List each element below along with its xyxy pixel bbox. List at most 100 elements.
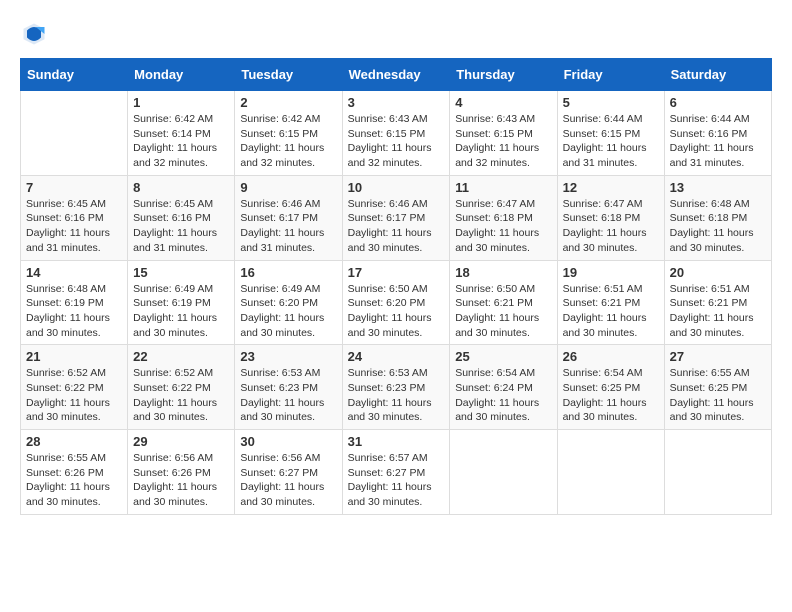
column-header-saturday: Saturday bbox=[664, 59, 771, 91]
day-detail: Sunrise: 6:50 AMSunset: 6:21 PMDaylight:… bbox=[455, 282, 551, 341]
day-number: 26 bbox=[563, 349, 659, 364]
column-header-wednesday: Wednesday bbox=[342, 59, 450, 91]
day-number: 4 bbox=[455, 95, 551, 110]
day-number: 30 bbox=[240, 434, 336, 449]
week-row-4: 21Sunrise: 6:52 AMSunset: 6:22 PMDayligh… bbox=[21, 345, 772, 430]
week-row-2: 7 Sunrise: 6:45 AMSunset: 6:16 PMDaylight… bbox=[21, 175, 772, 260]
day-cell: 28 Sunrise: 6:55 AMSunset: 6:26 PMDayligh… bbox=[21, 430, 128, 515]
day-number: 6 bbox=[670, 95, 766, 110]
day-cell: 25 Sunrise: 6:54 AMSunset: 6:24 PMDayligh… bbox=[450, 345, 557, 430]
day-cell: 26 Sunrise: 6:54 AMSunset: 6:25 PMDayligh… bbox=[557, 345, 664, 430]
day-number: 24 bbox=[348, 349, 445, 364]
day-cell bbox=[557, 430, 664, 515]
day-number: 5 bbox=[563, 95, 659, 110]
day-detail: Sunrise: 6:49 AMSunset: 6:20 PMDaylight:… bbox=[240, 282, 336, 341]
day-detail: Sunrise: 6:51 AMSunset: 6:21 PMDaylight:… bbox=[670, 282, 766, 341]
day-detail: Sunrise: 6:48 AMSunset: 6:19 PMDaylight:… bbox=[26, 282, 122, 341]
day-number: 7 bbox=[26, 180, 122, 195]
day-number: 10 bbox=[348, 180, 445, 195]
day-number: 22 bbox=[133, 349, 229, 364]
day-detail: Sunrise: 6:48 AMSunset: 6:18 PMDaylight:… bbox=[670, 197, 766, 256]
day-detail: Sunrise: 6:51 AMSunset: 6:21 PMDaylight:… bbox=[563, 282, 659, 341]
day-cell: 29Sunrise: 6:56 AMSunset: 6:26 PMDayligh… bbox=[128, 430, 235, 515]
day-detail: Sunrise: 6:56 AMSunset: 6:27 PMDaylight:… bbox=[240, 451, 336, 510]
day-detail: Sunrise: 6:45 AMSunset: 6:16 PMDaylight:… bbox=[26, 197, 122, 256]
day-number: 13 bbox=[670, 180, 766, 195]
day-detail: Sunrise: 6:53 AMSunset: 6:23 PMDaylight:… bbox=[348, 366, 445, 425]
day-number: 8 bbox=[133, 180, 229, 195]
day-number: 25 bbox=[455, 349, 551, 364]
day-cell bbox=[450, 430, 557, 515]
logo-icon bbox=[20, 20, 48, 48]
day-number: 23 bbox=[240, 349, 336, 364]
day-cell: 19Sunrise: 6:51 AMSunset: 6:21 PMDayligh… bbox=[557, 260, 664, 345]
day-cell bbox=[664, 430, 771, 515]
day-cell: 8Sunrise: 6:45 AMSunset: 6:16 PMDaylight… bbox=[128, 175, 235, 260]
day-cell: 7 Sunrise: 6:45 AMSunset: 6:16 PMDaylight… bbox=[21, 175, 128, 260]
day-cell: 16 Sunrise: 6:49 AMSunset: 6:20 PMDayligh… bbox=[235, 260, 342, 345]
column-header-tuesday: Tuesday bbox=[235, 59, 342, 91]
day-cell: 13 Sunrise: 6:48 AMSunset: 6:18 PMDayligh… bbox=[664, 175, 771, 260]
day-cell: 10Sunrise: 6:46 AMSunset: 6:17 PMDayligh… bbox=[342, 175, 450, 260]
day-detail: Sunrise: 6:54 AMSunset: 6:25 PMDaylight:… bbox=[563, 366, 659, 425]
day-number: 28 bbox=[26, 434, 122, 449]
day-cell: 5 Sunrise: 6:44 AMSunset: 6:15 PMDaylight… bbox=[557, 91, 664, 176]
day-cell: 31 Sunrise: 6:57 AMSunset: 6:27 PMDayligh… bbox=[342, 430, 450, 515]
day-number: 16 bbox=[240, 265, 336, 280]
day-cell: 12 Sunrise: 6:47 AMSunset: 6:18 PMDayligh… bbox=[557, 175, 664, 260]
day-number: 12 bbox=[563, 180, 659, 195]
calendar-table: SundayMondayTuesdayWednesdayThursdayFrid… bbox=[20, 58, 772, 515]
day-cell: 2 Sunrise: 6:42 AMSunset: 6:15 PMDaylight… bbox=[235, 91, 342, 176]
day-detail: Sunrise: 6:43 AMSunset: 6:15 PMDaylight:… bbox=[348, 112, 445, 171]
day-detail: Sunrise: 6:52 AMSunset: 6:22 PMDaylight:… bbox=[133, 366, 229, 425]
day-number: 1 bbox=[133, 95, 229, 110]
day-cell: 20 Sunrise: 6:51 AMSunset: 6:21 PMDayligh… bbox=[664, 260, 771, 345]
day-number: 20 bbox=[670, 265, 766, 280]
day-detail: Sunrise: 6:43 AMSunset: 6:15 PMDaylight:… bbox=[455, 112, 551, 171]
column-header-thursday: Thursday bbox=[450, 59, 557, 91]
day-number: 31 bbox=[348, 434, 445, 449]
day-cell: 17Sunrise: 6:50 AMSunset: 6:20 PMDayligh… bbox=[342, 260, 450, 345]
day-number: 15 bbox=[133, 265, 229, 280]
day-cell: 30 Sunrise: 6:56 AMSunset: 6:27 PMDayligh… bbox=[235, 430, 342, 515]
day-detail: Sunrise: 6:54 AMSunset: 6:24 PMDaylight:… bbox=[455, 366, 551, 425]
header-row: SundayMondayTuesdayWednesdayThursdayFrid… bbox=[21, 59, 772, 91]
day-detail: Sunrise: 6:52 AMSunset: 6:22 PMDaylight:… bbox=[26, 366, 122, 425]
day-cell: 22 Sunrise: 6:52 AMSunset: 6:22 PMDayligh… bbox=[128, 345, 235, 430]
day-cell: 6 Sunrise: 6:44 AMSunset: 6:16 PMDaylight… bbox=[664, 91, 771, 176]
week-row-3: 14Sunrise: 6:48 AMSunset: 6:19 PMDayligh… bbox=[21, 260, 772, 345]
day-number: 11 bbox=[455, 180, 551, 195]
day-cell: 4 Sunrise: 6:43 AMSunset: 6:15 PMDaylight… bbox=[450, 91, 557, 176]
day-detail: Sunrise: 6:42 AMSunset: 6:15 PMDaylight:… bbox=[240, 112, 336, 171]
day-detail: Sunrise: 6:49 AMSunset: 6:19 PMDaylight:… bbox=[133, 282, 229, 341]
day-cell: 3 Sunrise: 6:43 AMSunset: 6:15 PMDaylight… bbox=[342, 91, 450, 176]
logo bbox=[20, 20, 52, 48]
day-number: 3 bbox=[348, 95, 445, 110]
day-detail: Sunrise: 6:44 AMSunset: 6:15 PMDaylight:… bbox=[563, 112, 659, 171]
week-row-1: 1 Sunrise: 6:42 AMSunset: 6:14 PMDaylight… bbox=[21, 91, 772, 176]
day-detail: Sunrise: 6:55 AMSunset: 6:26 PMDaylight:… bbox=[26, 451, 122, 510]
column-header-monday: Monday bbox=[128, 59, 235, 91]
day-cell: 1 Sunrise: 6:42 AMSunset: 6:14 PMDaylight… bbox=[128, 91, 235, 176]
day-number: 18 bbox=[455, 265, 551, 280]
day-number: 29 bbox=[133, 434, 229, 449]
day-number: 9 bbox=[240, 180, 336, 195]
day-detail: Sunrise: 6:44 AMSunset: 6:16 PMDaylight:… bbox=[670, 112, 766, 171]
day-cell: 9Sunrise: 6:46 AMSunset: 6:17 PMDaylight… bbox=[235, 175, 342, 260]
day-cell bbox=[21, 91, 128, 176]
day-detail: Sunrise: 6:42 AMSunset: 6:14 PMDaylight:… bbox=[133, 112, 229, 171]
day-number: 27 bbox=[670, 349, 766, 364]
header bbox=[20, 20, 772, 48]
day-detail: Sunrise: 6:57 AMSunset: 6:27 PMDaylight:… bbox=[348, 451, 445, 510]
day-detail: Sunrise: 6:47 AMSunset: 6:18 PMDaylight:… bbox=[563, 197, 659, 256]
week-row-5: 28 Sunrise: 6:55 AMSunset: 6:26 PMDayligh… bbox=[21, 430, 772, 515]
day-detail: Sunrise: 6:53 AMSunset: 6:23 PMDaylight:… bbox=[240, 366, 336, 425]
column-header-sunday: Sunday bbox=[21, 59, 128, 91]
day-cell: 23 Sunrise: 6:53 AMSunset: 6:23 PMDayligh… bbox=[235, 345, 342, 430]
day-cell: 27Sunrise: 6:55 AMSunset: 6:25 PMDayligh… bbox=[664, 345, 771, 430]
column-header-friday: Friday bbox=[557, 59, 664, 91]
day-detail: Sunrise: 6:50 AMSunset: 6:20 PMDaylight:… bbox=[348, 282, 445, 341]
day-cell: 21Sunrise: 6:52 AMSunset: 6:22 PMDayligh… bbox=[21, 345, 128, 430]
day-cell: 18 Sunrise: 6:50 AMSunset: 6:21 PMDayligh… bbox=[450, 260, 557, 345]
day-number: 2 bbox=[240, 95, 336, 110]
